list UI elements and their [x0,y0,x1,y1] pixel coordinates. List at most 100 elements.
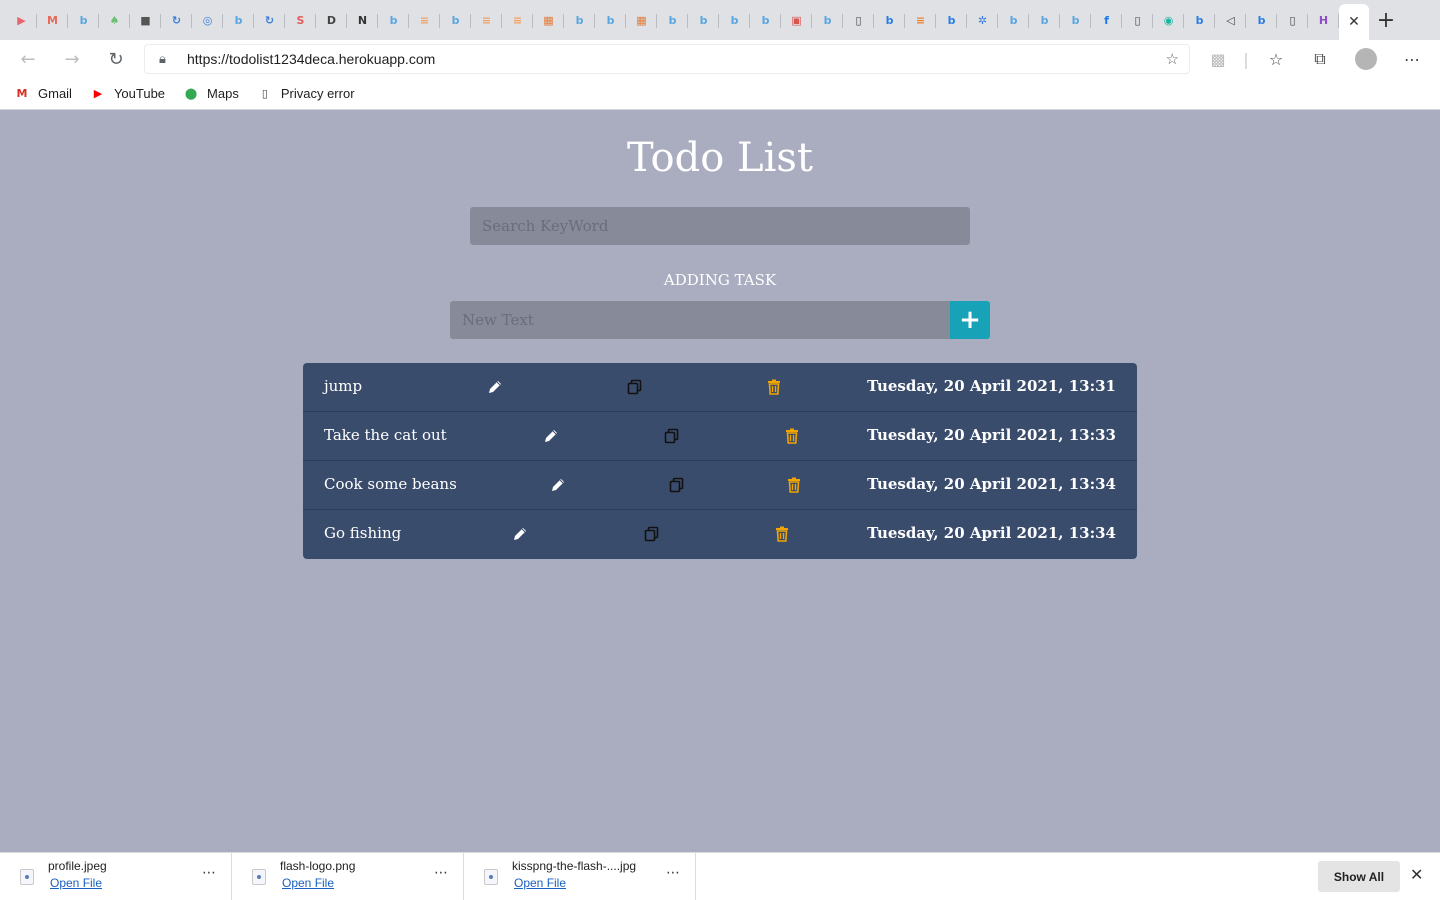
favorites-icon[interactable]: ☆ [1262,40,1290,78]
browser-tab[interactable]: b [812,0,843,40]
browser-tab[interactable]: ≡ [471,0,502,40]
bing-icon: b [79,13,88,27]
more-options-icon[interactable]: ⋯ [202,865,217,881]
browser-tab[interactable]: ✲ [967,0,998,40]
copy-icon[interactable] [643,525,661,543]
delete-icon[interactable] [785,476,803,494]
browser-tab[interactable]: ▦ [533,0,564,40]
browser-tab[interactable]: ▯ [1277,0,1308,40]
browser-tab[interactable]: ▦ [626,0,657,40]
bookmark-item[interactable]: ▯ Privacy error [257,86,355,101]
collections-icon[interactable]: ⧉ [1306,40,1334,78]
browser-tab[interactable]: b [1060,0,1091,40]
browser-tab[interactable]: b [440,0,471,40]
search-input[interactable] [470,207,970,245]
browser-tab[interactable]: ▯ [1122,0,1153,40]
add-favorite-icon[interactable]: ☆ [1166,50,1179,68]
copy-icon[interactable] [663,427,681,445]
page-icon: ▯ [1134,13,1141,27]
copy-icon[interactable] [668,476,686,494]
profile-avatar[interactable] [1352,40,1380,78]
browser-tab[interactable]: ▶ [6,0,37,40]
bookmark-label: YouTube [113,86,166,101]
browser-tab[interactable]: b [1184,0,1215,40]
bookmark-item[interactable]: ▶ YouTube [90,86,165,101]
copy-icon[interactable] [626,378,644,396]
delete-icon[interactable] [783,427,801,445]
browser-tab[interactable]: ↻ [254,0,285,40]
browser-tab[interactable]: b [719,0,750,40]
browser-tab[interactable]: M [37,0,68,40]
active-tab[interactable]: ✕ [1339,4,1369,40]
download-filename: flash-logo.png [280,858,356,873]
browser-tab[interactable]: b [1246,0,1277,40]
more-menu-icon[interactable]: ⋯ [1398,40,1426,78]
bookmark-item[interactable]: M Gmail [14,86,72,101]
browser-tab[interactable]: ◎ [192,0,223,40]
browser-tab[interactable]: ◁ [1215,0,1246,40]
delete-icon[interactable] [773,525,791,543]
reload-button[interactable]: ↻ [94,40,138,78]
browser-tab[interactable]: f [1091,0,1122,40]
browser-tab[interactable]: b [688,0,719,40]
browser-tab[interactable]: H [1308,0,1339,40]
task-text: Go fishing [324,524,402,542]
browser-tab[interactable]: ▣ [781,0,812,40]
browser-tab[interactable]: b [750,0,781,40]
browser-tab[interactable]: ↻ [161,0,192,40]
forward-button[interactable]: → [50,40,94,78]
browser-tab[interactable]: ♠ [99,0,130,40]
browser-tab[interactable]: ▯ [843,0,874,40]
edit-icon[interactable] [486,378,504,396]
delete-icon[interactable] [765,378,783,396]
more-options-icon[interactable]: ⋯ [434,865,449,881]
bookmark-item[interactable]: ⬤ Maps [183,86,239,101]
notion-icon: N [357,13,368,27]
microsoft-icon: ▦ [636,13,647,27]
open-file-link[interactable]: Open File [282,876,334,890]
download-item[interactable]: flash-logo.png Open File ⋯ [232,852,464,900]
browser-tab[interactable]: D [316,0,347,40]
close-tab-icon[interactable]: ✕ [1348,14,1360,30]
browser-tab[interactable]: b [223,0,254,40]
show-all-button[interactable]: Show All [1318,861,1400,892]
browser-tab[interactable]: b [378,0,409,40]
download-item[interactable]: profile.jpeg Open File ⋯ [0,852,232,900]
extension-icon[interactable]: ▩ [1204,40,1232,78]
browser-tab[interactable]: b [936,0,967,40]
browser-tab[interactable]: ≡ [502,0,533,40]
add-task-button[interactable]: + [950,301,990,339]
browser-tab[interactable]: ≡ [905,0,936,40]
browser-tab[interactable]: S [285,0,316,40]
edit-icon[interactable] [549,476,567,494]
close-icon[interactable]: ✕ [1410,865,1423,884]
new-tab-button[interactable]: + [1369,0,1403,40]
more-options-icon[interactable]: ⋯ [666,865,681,881]
browser-tab[interactable]: b [998,0,1029,40]
open-file-link[interactable]: Open File [50,876,102,890]
page-title: Todo List [626,135,813,181]
browser-tab[interactable]: b [874,0,905,40]
address-bar[interactable]: 🔒︎ https://todolist1234deca.herokuapp.co… [144,44,1190,74]
browser-tab[interactable]: b [564,0,595,40]
image-file-icon [484,868,498,885]
download-filename: kisspng-the-flash-....jpg [512,858,637,873]
browser-tab[interactable]: b [657,0,688,40]
browser-tab[interactable]: b [1029,0,1060,40]
back-button[interactable]: ← [6,40,50,78]
browser-tab[interactable]: b [595,0,626,40]
browser-tab[interactable]: ■ [130,0,161,40]
download-item[interactable]: kisspng-the-flash-....jpg Open File ⋯ [464,852,696,900]
edit-icon[interactable] [511,525,529,543]
open-file-link[interactable]: Open File [514,876,566,890]
bing-icon: b [668,13,677,27]
browser-tab[interactable]: ◉ [1153,0,1184,40]
browser-tab[interactable]: b [68,0,99,40]
browser-tab[interactable]: N [347,0,378,40]
toolbar-divider: | [1243,49,1249,69]
meet-icon: ■ [140,13,151,27]
download-filename: profile.jpeg [48,858,107,873]
new-task-input[interactable] [450,301,950,339]
edit-icon[interactable] [542,427,560,445]
browser-tab[interactable]: ≡ [409,0,440,40]
